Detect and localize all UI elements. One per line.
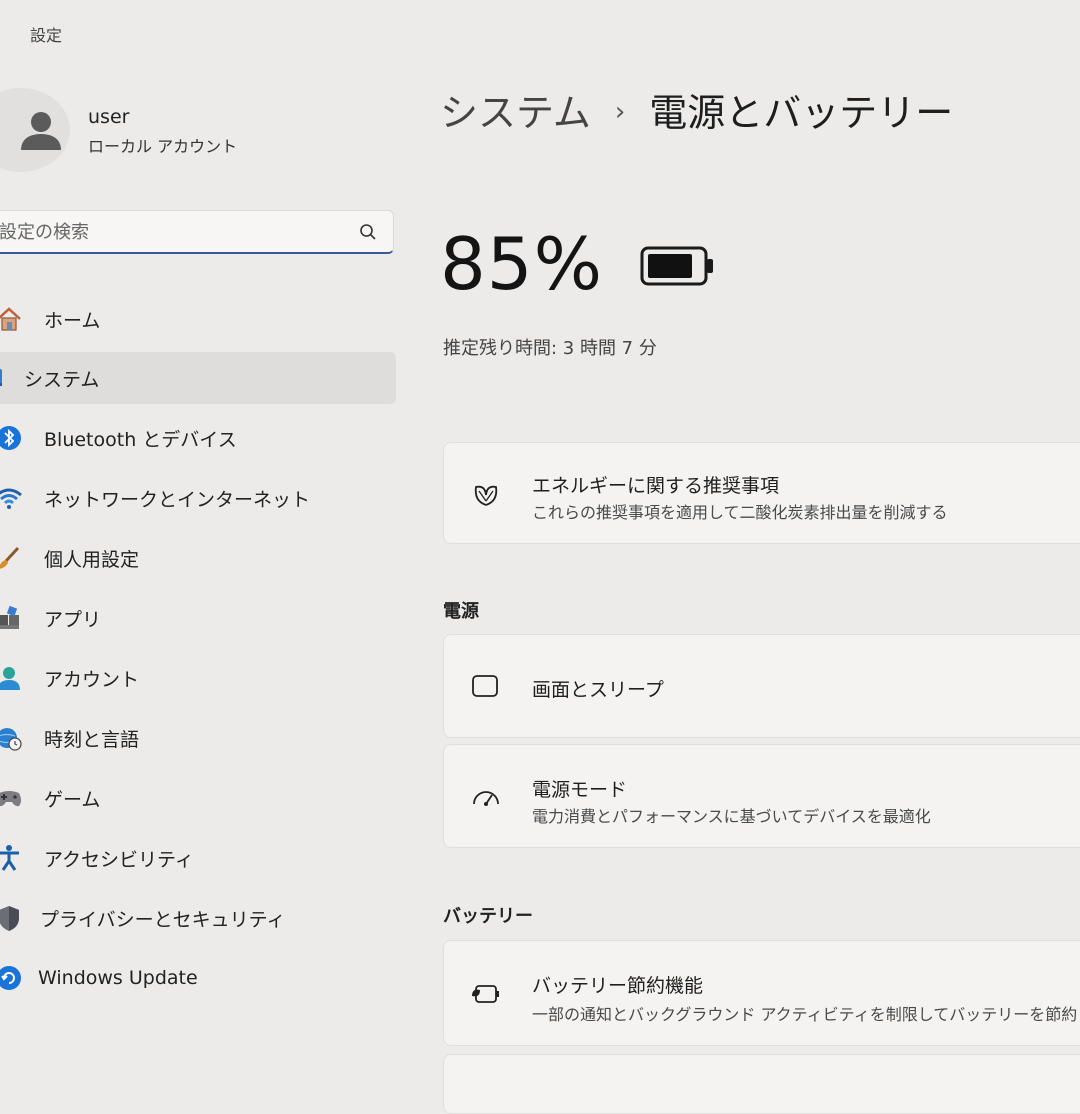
battery-level-fill [648,254,692,278]
sidebar-item-accounts[interactable]: アカウント [0,648,400,708]
battery-usage-card[interactable] [443,1054,1080,1114]
energy-recommendations-card[interactable]: エネルギーに関する推奨事項 これらの推奨事項を適用して二酸化炭素排出量を削減する [443,442,1080,544]
breadcrumb-parent[interactable]: システム [440,91,591,135]
screen-sleep-icon [470,671,502,703]
sidebar-item-gaming[interactable]: ゲーム [0,768,400,828]
section-title-power: 電源 [443,601,479,622]
update-icon [0,963,24,993]
sidebar-item-accessibility[interactable]: アクセシビリティ [0,828,400,888]
screen-sleep-card[interactable]: 画面とスリープ [443,634,1080,738]
battery-saver-card[interactable]: バッテリー節約機能 一部の通知とバックグラウンド アクティビティを制限してバッテ… [443,940,1080,1046]
sidebar-item-home[interactable]: ホーム [0,290,400,348]
sidebar-item-privacy[interactable]: プライバシーとセキュリティ [0,888,400,948]
app-title: 設定 [30,26,63,45]
sidebar-item-apps[interactable]: アプリ [0,588,400,648]
accessibility-icon [0,843,24,873]
globe-clock-icon [0,723,24,753]
page-title: 電源とバッテリー [649,91,954,135]
section-title-battery: バッテリー [443,906,533,927]
sidebar-nav: ホーム システム Bluetooth とデバイス ネットワークとインターネット … [0,290,400,1008]
card-title: エネルギーに関する推奨事項 [532,475,780,497]
sidebar-item-bluetooth[interactable]: Bluetooth とデバイス [0,408,400,468]
sidebar-item-label: Bluetooth とデバイス [44,428,237,451]
battery-saver-icon [470,978,502,1010]
card-description: 一部の通知とバックグラウンド アクティビティを制限してバッテリーを節約 [532,1005,1078,1024]
chevron-right-icon: › [614,97,626,127]
sidebar-item-label: アクセシビリティ [44,848,194,871]
gauge-icon [470,781,502,813]
wifi-icon [0,483,24,513]
sidebar-item-label: システム [24,368,100,391]
sidebar-item-time-language[interactable]: 時刻と言語 [0,708,400,768]
shield-icon [0,903,24,933]
card-description: 電力消費とパフォーマンスに基づいてデバイスを最適化 [532,807,931,826]
search-box[interactable] [0,210,394,254]
sidebar-item-label: プライバシーとセキュリティ [40,908,286,931]
sidebar-item-label: アプリ [44,608,102,631]
card-title: バッテリー節約機能 [532,975,704,997]
battery-remaining-time: 推定残り時間: 3 時間 7 分 [443,338,657,359]
power-mode-card[interactable]: 電源モード 電力消費とパフォーマンスに基づいてデバイスを最適化 [443,744,1080,848]
search-input[interactable] [0,211,339,253]
sidebar-item-label: ネットワークとインターネット [44,488,311,511]
sidebar-item-network[interactable]: ネットワークとインターネット [0,468,400,528]
sidebar-item-label: Windows Update [38,967,198,989]
card-title: 画面とスリープ [532,679,664,701]
home-icon [0,304,24,334]
user-icon [21,112,61,150]
sidebar-item-windows-update[interactable]: Windows Update [0,948,400,1008]
sidebar-item-system[interactable]: システム [0,352,396,404]
card-description: これらの推奨事項を適用して二酸化炭素排出量を削減する [532,503,948,522]
breadcrumb: システム › 電源とバッテリー [440,82,953,137]
account-icon [0,663,24,693]
sidebar-item-label: アカウント [44,668,140,691]
profile-name: user [88,106,130,128]
sidebar-item-label: ホーム [44,309,101,332]
sidebar-item-label: 個人用設定 [44,548,140,571]
bluetooth-icon [0,423,24,453]
profile-account-type: ローカル アカウント [88,137,238,156]
avatar[interactable] [0,88,70,172]
card-title: 電源モード [532,779,628,801]
sidebar-item-label: ゲーム [44,788,101,811]
sidebar-item-personalization[interactable]: 個人用設定 [0,528,400,588]
leaf-icon [470,478,502,510]
brush-icon [0,543,24,573]
battery-percent: 85% [440,222,604,306]
sidebar-item-label: 時刻と言語 [44,728,140,751]
search-icon[interactable] [359,223,377,245]
gamepad-icon [0,783,24,813]
apps-icon [0,603,24,633]
system-icon [0,363,4,393]
battery-icon [640,246,716,290]
